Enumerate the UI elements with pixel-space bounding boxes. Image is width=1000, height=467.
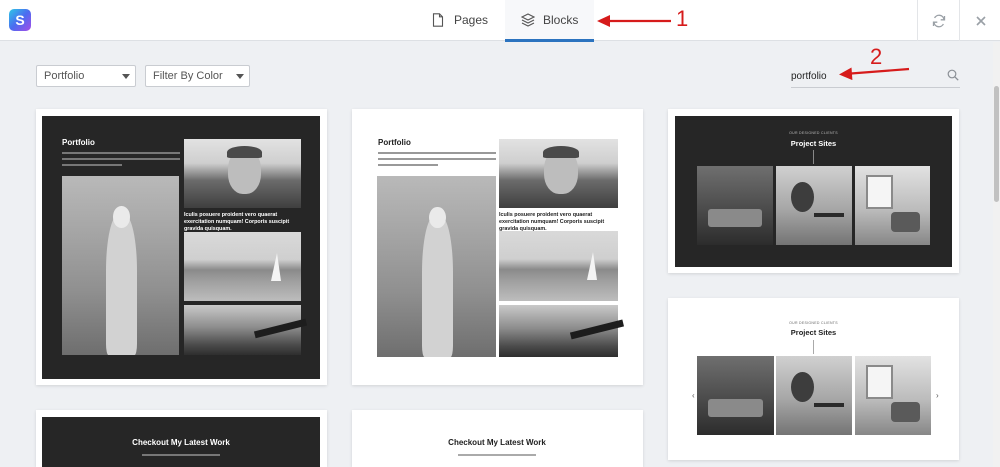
block-preview: OUR DESIGNED CLIENTS Project Sites ‹ › — [675, 305, 952, 460]
block-card-project-sites-light[interactable]: OUR DESIGNED CLIENTS Project Sites ‹ › — [668, 298, 959, 460]
block-title: Portfolio — [378, 138, 411, 147]
block-text-line — [458, 454, 536, 456]
s-logo-icon[interactable]: S — [9, 9, 31, 31]
close-icon — [976, 16, 986, 26]
block-text-line — [142, 454, 220, 456]
block-title: Checkout My Latest Work — [448, 438, 546, 447]
search-box — [791, 64, 960, 88]
annotation-arrow-1 — [597, 15, 671, 27]
airplane-wing-photo — [499, 305, 625, 357]
block-title: Portfolio — [62, 138, 95, 147]
color-filter-select-value: Filter By Color — [153, 70, 223, 82]
block-preview: Portfolio Iculis posuere proident vero q… — [358, 116, 636, 379]
room-photo-1 — [697, 356, 774, 435]
block-title: Project Sites — [790, 139, 837, 148]
man-photo — [184, 139, 301, 208]
man-photo — [499, 139, 618, 208]
lake-photo — [184, 232, 301, 301]
block-card-portfolio-light[interactable]: Portfolio Iculis posuere proident vero q… — [352, 109, 643, 385]
tab-blocks[interactable]: Blocks — [505, 0, 594, 42]
room-photo-2 — [776, 166, 852, 245]
airplane-wing-photo — [184, 305, 307, 355]
search-input[interactable] — [791, 66, 931, 86]
block-card-project-sites-dark[interactable]: OUR DESIGNED CLIENTS Project Sites — [668, 109, 959, 273]
color-filter-select[interactable]: Filter By Color — [145, 65, 250, 87]
refresh-icon — [932, 14, 946, 28]
close-button[interactable] — [959, 0, 1000, 41]
block-card-portfolio-dark[interactable]: Portfolio Iculis posuere proident vero q… — [36, 109, 327, 385]
block-caption: Iculis posuere proident vero quaerat exe… — [184, 212, 290, 232]
room-photo-1 — [697, 166, 773, 245]
page-icon — [432, 13, 444, 27]
top-bar: S Pages Blocks — [0, 0, 1000, 42]
divider-line — [813, 150, 814, 164]
woman-photo — [377, 176, 496, 357]
category-select-value: Portfolio — [44, 70, 85, 82]
category-select[interactable]: Portfolio — [36, 65, 136, 87]
tab-blocks-label: Blocks — [543, 13, 579, 27]
lake-photo — [499, 231, 618, 301]
divider-line — [813, 340, 814, 354]
block-preview: Portfolio Iculis posuere proident vero q… — [42, 116, 320, 379]
block-title: Project Sites — [790, 328, 837, 337]
block-text-lines — [378, 152, 498, 170]
annotation-number-1: 1 — [676, 6, 689, 31]
chevron-down-icon — [236, 74, 244, 79]
chevron-down-icon — [122, 74, 130, 79]
block-preview: OUR DESIGNED CLIENTS Project Sites — [675, 116, 952, 267]
room-photo-3 — [855, 166, 930, 245]
room-photo-2 — [776, 356, 852, 435]
block-preview: Checkout My Latest Work — [42, 417, 320, 467]
tab-pages-label: Pages — [454, 13, 489, 27]
layers-icon — [521, 13, 535, 27]
block-eyebrow: OUR DESIGNED CLIENTS — [789, 321, 838, 325]
block-card-latest-work-light[interactable]: Checkout My Latest Work — [352, 410, 643, 467]
active-tab-indicator — [505, 39, 594, 42]
scrollbar-thumb[interactable] — [994, 86, 999, 202]
block-caption: Iculis posuere proident vero quaerat exe… — [499, 212, 605, 232]
woman-photo — [62, 176, 179, 355]
carousel-prev-arrow[interactable]: ‹ — [692, 391, 695, 400]
tab-pages[interactable]: Pages — [432, 0, 492, 41]
block-eyebrow: OUR DESIGNED CLIENTS — [789, 131, 838, 135]
block-text-lines — [62, 152, 182, 170]
block-card-latest-work-dark[interactable]: Checkout My Latest Work — [36, 410, 327, 467]
carousel-next-arrow[interactable]: › — [936, 391, 939, 400]
block-title: Checkout My Latest Work — [132, 438, 230, 447]
scrollbar[interactable] — [993, 42, 1000, 467]
search-icon[interactable] — [947, 69, 959, 81]
block-preview: Checkout My Latest Work — [358, 417, 636, 467]
room-photo-3 — [855, 356, 931, 435]
refresh-button[interactable] — [917, 0, 958, 41]
